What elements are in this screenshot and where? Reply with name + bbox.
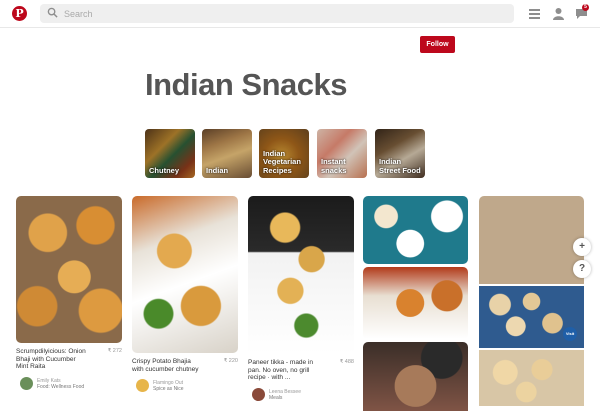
section-tile-street-food[interactable]: Indian Street Food [375,129,425,178]
pin-column [363,196,468,411]
follow-button[interactable]: Follow [420,36,455,53]
section-tile-chutney[interactable]: Chutney [145,129,195,178]
section-tile-instant-snacks[interactable]: Instant snacks [317,129,367,178]
pin-description[interactable]: Scrumpdilyicious: Onion Bhaji with Cucum… [16,348,88,371]
search-input[interactable] [64,6,504,21]
pin-card[interactable]: ₹ 272 Scrumpdilyicious: Onion Bhaji with… [16,196,122,393]
menu-icon[interactable] [528,7,541,20]
pin-board-name: Spice as Nice [153,386,184,392]
add-pin-button[interactable]: + [573,238,591,256]
pin-image[interactable] [16,196,122,343]
search-bar[interactable] [40,4,514,23]
visit-badge[interactable]: Visit [563,327,577,341]
pin-price: ₹ 488 [339,359,354,365]
pin-image[interactable] [132,196,238,353]
profile-icon[interactable] [552,7,565,20]
section-label: Indian [206,165,229,175]
pin-image[interactable] [363,267,468,339]
pin-attribution[interactable]: Leena Bessee Meals [248,387,354,404]
pin-price: ₹ 272 [107,348,122,354]
help-button[interactable]: ? [573,260,591,278]
pin-attribution[interactable]: Emily Kats Food: Wellness Food [16,376,122,393]
pin-image[interactable] [363,342,468,411]
pinterest-logo-icon[interactable]: P [12,6,27,21]
pin-column [479,196,584,406]
pin-card[interactable]: ₹ 488 Paneer tikka - made in pan. No ove… [248,196,354,404]
section-tile-vegetarian[interactable]: Indian Vegetarian Recipes [259,129,309,178]
pin-board-name: Food: Wellness Food [37,383,85,390]
section-label: Instant snacks [321,157,347,175]
section-tile-indian[interactable]: Indian [202,129,252,178]
avatar[interactable] [20,376,33,390]
pin-image[interactable] [248,196,354,354]
pin-image-placeholder[interactable] [479,196,584,284]
section-label: Chutney [149,165,179,175]
pin-card[interactable]: ₹ 220 Crispy Potato Bhajia with cucumber… [132,196,238,395]
pin-image[interactable] [363,196,468,264]
top-bar: P 5 [0,0,600,28]
pin-board-name: Meals [269,394,283,401]
section-label: Indian Street Food [379,157,421,175]
pin-price: ₹ 220 [223,358,238,364]
pin-attribution[interactable]: Flamingo Out Spice as Nice [132,379,238,395]
pin-description[interactable]: Paneer tikka - made in pan. No oven, no … [248,359,320,382]
avatar[interactable] [136,379,149,392]
pin-image[interactable] [479,350,584,406]
pin-description[interactable]: Crispy Potato Bhajia with cucumber chutn… [132,358,204,373]
section-label: Indian Vegetarian Recipes [263,148,301,175]
avatar[interactable] [252,387,265,401]
search-icon [47,7,58,18]
board-title: Indian Snacks [145,67,347,102]
notification-badge: 5 [582,4,589,11]
